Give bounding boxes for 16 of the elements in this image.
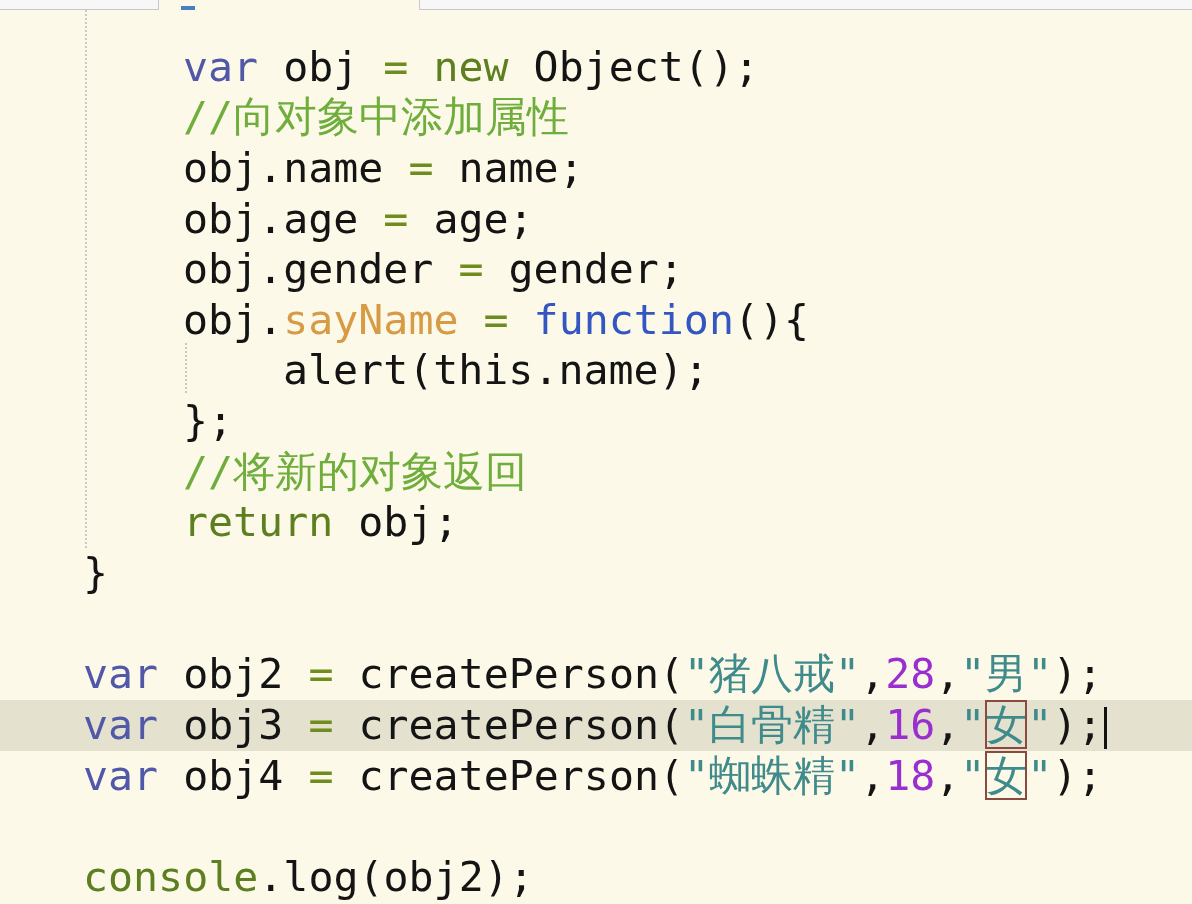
code-line: } bbox=[82, 548, 110, 599]
code-line: //将新的对象返回 bbox=[182, 446, 529, 498]
code-line: return obj; bbox=[182, 497, 460, 549]
code-line: }; bbox=[182, 396, 235, 447]
file-icon bbox=[181, 6, 195, 10]
code-line: alert(this.name); bbox=[282, 345, 710, 397]
code-line: var obj4 = createPerson("蜘蛛精",18,"女"); bbox=[82, 750, 1104, 802]
code-line: obj.age = age; bbox=[182, 193, 535, 245]
code-line: var obj2 = createPerson("猪八戒",28,"男"); bbox=[82, 649, 1104, 700]
code-line: var obj = new Object(); bbox=[182, 41, 760, 93]
code-line: //向对象中添加属性 bbox=[182, 92, 571, 143]
code-line: obj.name = name; bbox=[182, 142, 585, 194]
code-line: obj.sayName = function(){ bbox=[182, 294, 811, 346]
code-line: obj.gender = gender; bbox=[182, 244, 685, 295]
code-line: console.log(obj2); bbox=[82, 851, 535, 903]
editor-tab[interactable] bbox=[158, 0, 420, 10]
